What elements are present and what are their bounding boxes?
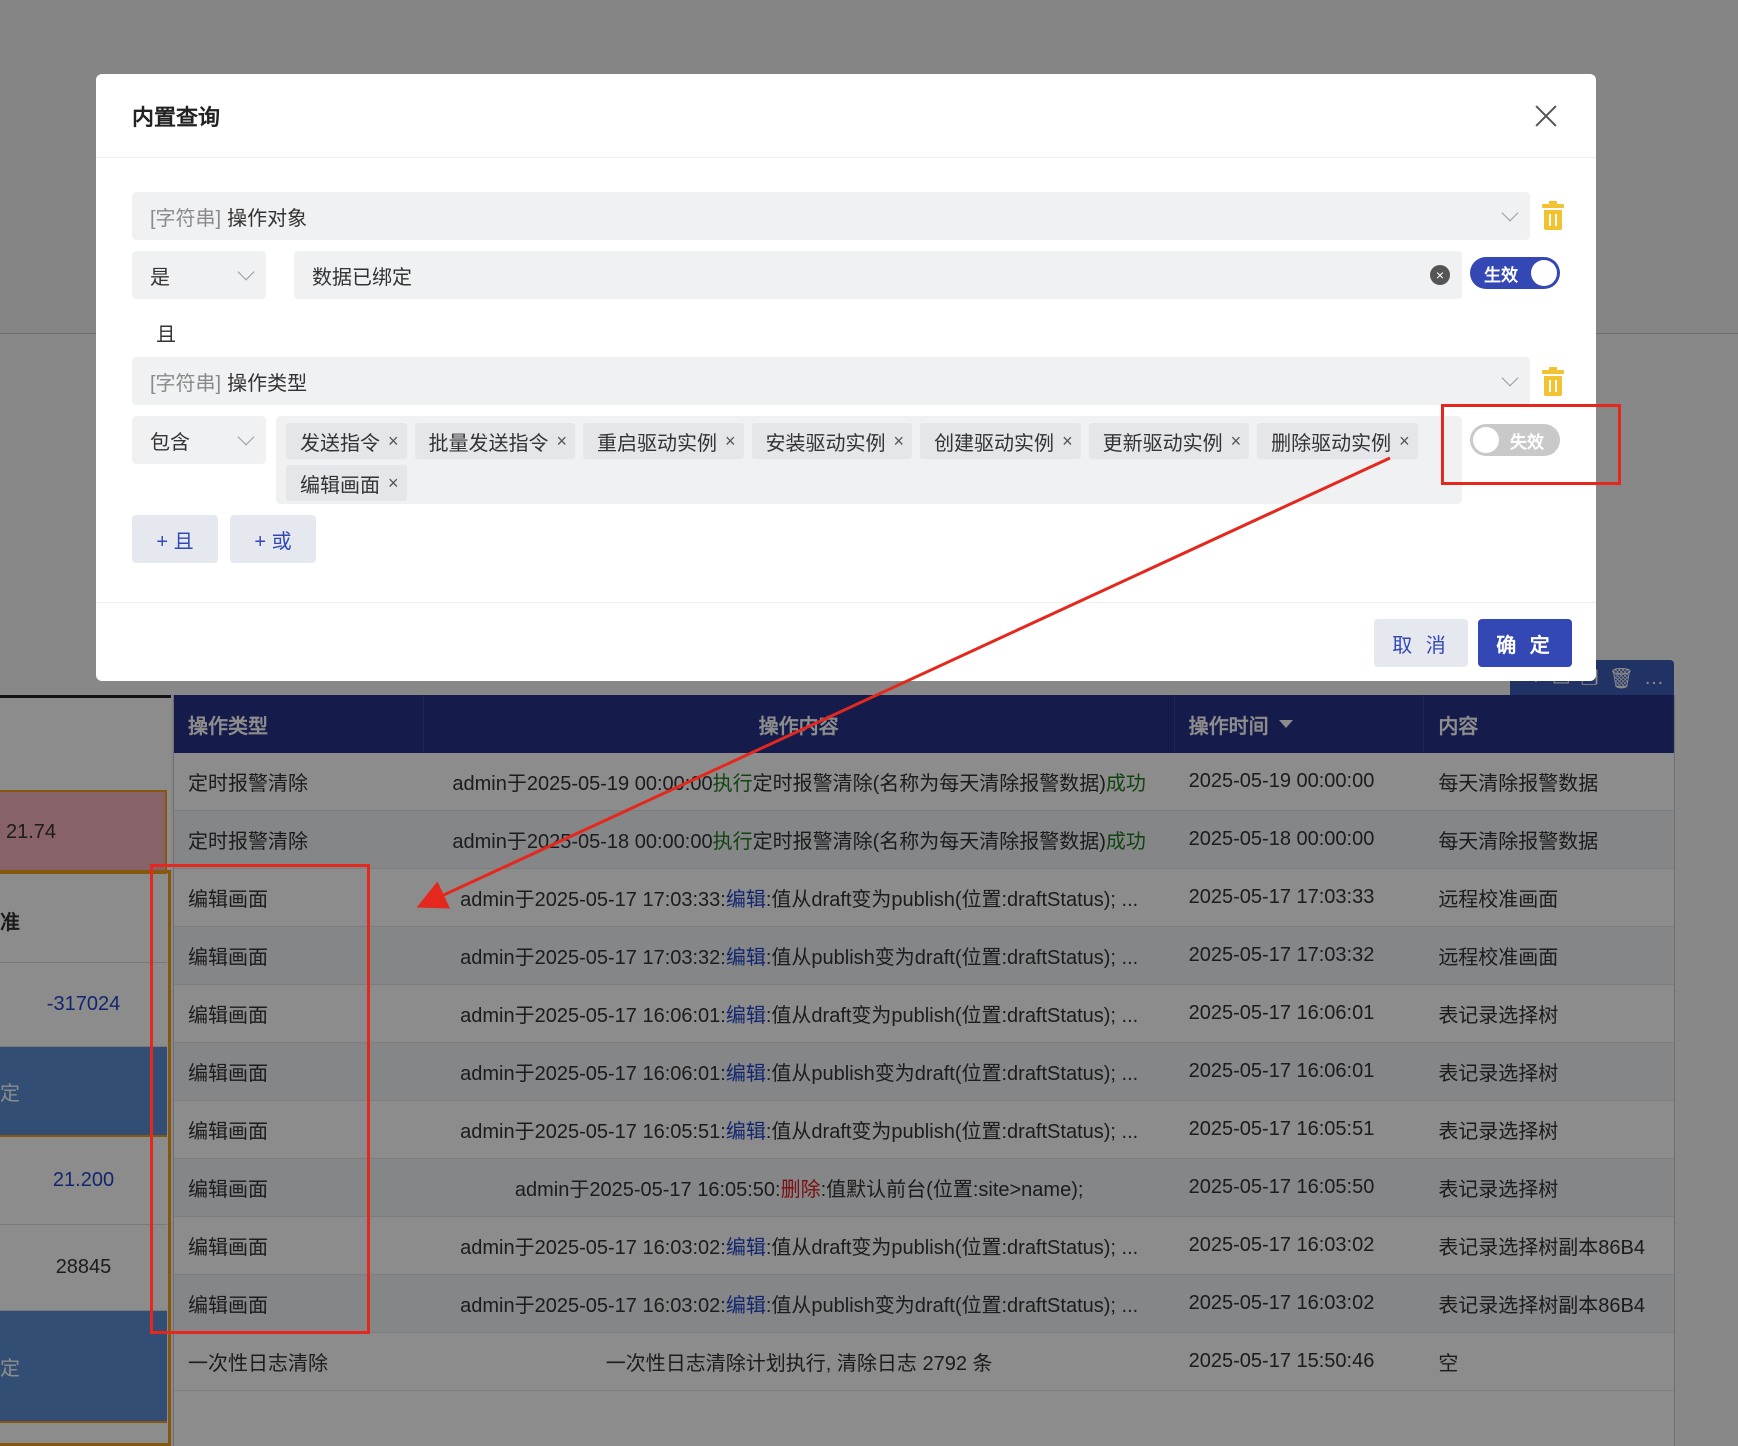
- tag-remove-icon[interactable]: ×: [894, 431, 905, 452]
- value-tag: 更新驱动实例 ×: [1088, 423, 1250, 459]
- add-or-button[interactable]: + 或: [230, 515, 316, 563]
- toggle-knob: [1473, 427, 1499, 453]
- tag-remove-icon[interactable]: ×: [388, 431, 399, 452]
- chevron-down-icon: [237, 263, 255, 281]
- field-name-label: 操作对象: [227, 207, 308, 230]
- field-select-2[interactable]: [字符串] 操作类型: [132, 357, 1530, 405]
- confirm-button[interactable]: 确 定: [1478, 619, 1572, 667]
- dialog-header: 内置查询: [96, 74, 1596, 158]
- field-type-label: [字符串]: [150, 207, 222, 230]
- value-tag: 编辑画面 ×: [286, 465, 407, 501]
- dialog-title: 内置查询: [132, 104, 221, 130]
- delete-condition-1-icon[interactable]: [1542, 201, 1564, 230]
- field-name-label: 操作类型: [227, 372, 308, 395]
- operator-select-1[interactable]: 是: [132, 251, 266, 299]
- value-tag: 重启驱动实例 ×: [583, 423, 744, 459]
- close-icon[interactable]: [1534, 104, 1558, 128]
- field-type-label: [字符串]: [150, 372, 222, 395]
- toggle-knob: [1531, 260, 1557, 286]
- dialog-footer: 取 消 确 定: [96, 602, 1596, 681]
- tag-label: 批量发送指令: [428, 432, 549, 455]
- tag-remove-icon[interactable]: ×: [388, 473, 399, 494]
- value-tag: 安装驱动实例 ×: [751, 423, 913, 459]
- dialog-body: [字符串] 操作对象 是 数据已绑定 × 生效 且 [字符串] 操作类型 包含: [96, 158, 1596, 598]
- value-input-text: 数据已绑定: [312, 266, 412, 289]
- tag-label: 重启驱动实例: [597, 432, 718, 455]
- tag-label: 发送指令: [300, 432, 380, 455]
- value-tag: 批量发送指令 ×: [414, 423, 576, 459]
- operator-select-2[interactable]: 包含: [132, 416, 266, 464]
- tag-remove-icon[interactable]: ×: [725, 431, 736, 452]
- tag-remove-icon[interactable]: ×: [557, 431, 568, 452]
- delete-condition-2-icon[interactable]: [1542, 367, 1564, 396]
- cancel-button[interactable]: 取 消: [1374, 619, 1468, 667]
- chevron-down-icon: [1501, 204, 1519, 222]
- operator-label: 包含: [150, 431, 190, 454]
- value-input-1[interactable]: 数据已绑定 ×: [294, 251, 1462, 299]
- add-and-button[interactable]: + 且: [132, 515, 218, 563]
- tag-label: 编辑画面: [300, 474, 380, 497]
- logic-and-label: 且: [156, 324, 176, 346]
- enable-toggle-1[interactable]: 生效: [1470, 257, 1560, 289]
- value-tags-input-2[interactable]: 发送指令 × 批量发送指令 × 重启驱动实例 × 安装驱动实例 × 创建驱动实例 × 更新驱动实例 ×…: [276, 416, 1462, 504]
- chevron-down-icon: [1501, 369, 1519, 387]
- tag-label: 删除驱动实例: [1271, 432, 1392, 455]
- tag-label: 更新驱动实例: [1102, 432, 1223, 455]
- chevron-down-icon: [237, 428, 255, 446]
- tag-remove-icon[interactable]: ×: [1231, 431, 1242, 452]
- enable-toggle-2[interactable]: 失效: [1470, 424, 1560, 456]
- builtin-query-dialog: 内置查询 [字符串] 操作对象 是 数据已绑定 × 生效 且 [字符串] 操作类…: [96, 74, 1596, 681]
- toggle-label: 生效: [1484, 265, 1518, 285]
- value-tag: 发送指令 ×: [286, 423, 407, 459]
- value-tag: 创建驱动实例 ×: [920, 423, 1081, 459]
- tag-remove-icon[interactable]: ×: [1062, 431, 1073, 452]
- value-tag: 删除驱动实例 ×: [1257, 423, 1418, 459]
- tag-remove-icon[interactable]: ×: [1399, 431, 1410, 452]
- operator-label: 是: [150, 266, 170, 289]
- tag-label: 安装驱动实例: [765, 432, 886, 455]
- tag-label: 创建驱动实例: [934, 432, 1055, 455]
- toggle-label: 失效: [1510, 432, 1544, 452]
- clear-icon[interactable]: ×: [1430, 265, 1450, 285]
- field-select-1[interactable]: [字符串] 操作对象: [132, 192, 1530, 240]
